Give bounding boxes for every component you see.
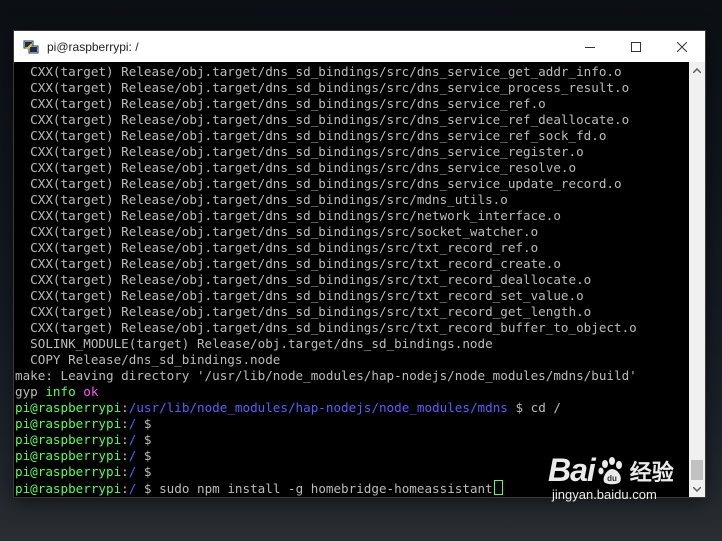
terminal-text-segment: /usr/lib/node_modules/hap-nodejs/node_mo… bbox=[128, 400, 508, 415]
maximize-icon bbox=[631, 41, 641, 52]
terminal-line: CXX(target) Release/obj.target/dns_sd_bi… bbox=[15, 224, 689, 240]
terminal-text-segment: CXX(target) Release/obj.target/dns_sd_bi… bbox=[15, 160, 577, 175]
watermark-brand-left: Bai bbox=[548, 452, 596, 488]
window-controls bbox=[567, 31, 705, 62]
terminal-line: pi@raspberrypi:/usr/lib/node_modules/hap… bbox=[15, 400, 689, 416]
terminal-line: CXX(target) Release/obj.target/dns_sd_bi… bbox=[15, 192, 689, 208]
terminal-line: pi@raspberrypi:/ $ bbox=[15, 432, 689, 448]
vertical-scrollbar[interactable] bbox=[689, 62, 705, 497]
terminal-line: SOLINK_MODULE(target) Release/obj.target… bbox=[15, 336, 689, 352]
terminal-text-segment: CXX(target) Release/obj.target/dns_sd_bi… bbox=[15, 144, 584, 159]
terminal-text-segment: $ bbox=[136, 432, 152, 447]
terminal-line: make: Leaving directory '/usr/lib/node_m… bbox=[15, 368, 689, 384]
paw-icon: du bbox=[598, 456, 622, 484]
terminal-text-segment: CXX(target) Release/obj.target/dns_sd_bi… bbox=[15, 64, 622, 79]
terminal-lines: CXX(target) Release/obj.target/dns_sd_bi… bbox=[14, 62, 689, 496]
terminal-line: CXX(target) Release/obj.target/dns_sd_bi… bbox=[15, 80, 689, 96]
close-button[interactable] bbox=[659, 31, 705, 62]
terminal-text-segment: CXX(target) Release/obj.target/dns_sd_bi… bbox=[15, 288, 584, 303]
terminal-line: CXX(target) Release/obj.target/dns_sd_bi… bbox=[15, 272, 689, 288]
terminal-text-segment: gyp bbox=[15, 384, 46, 399]
terminal-text-segment: pi@raspberrypi bbox=[15, 448, 122, 463]
terminal-text-segment: : bbox=[121, 400, 129, 415]
terminal-line: CXX(target) Release/obj.target/dns_sd_bi… bbox=[15, 256, 689, 272]
terminal-text-segment: CXX(target) Release/obj.target/dns_sd_bi… bbox=[15, 96, 546, 111]
terminal-text-segment: SOLINK_MODULE(target) Release/obj.target… bbox=[15, 336, 493, 351]
terminal-text-segment: $ bbox=[136, 416, 152, 431]
terminal-line: CXX(target) Release/obj.target/dns_sd_bi… bbox=[15, 304, 689, 320]
terminal-line: CXX(target) Release/obj.target/dns_sd_bi… bbox=[15, 320, 689, 336]
svg-text:du: du bbox=[607, 474, 617, 483]
terminal-text-segment: info bbox=[45, 384, 76, 399]
chevron-up-icon bbox=[693, 67, 701, 73]
terminal-text-segment: ok bbox=[83, 384, 99, 399]
terminal-line: CXX(target) Release/obj.target/dns_sd_bi… bbox=[15, 96, 689, 112]
terminal-text-segment: pi@raspberrypi bbox=[15, 416, 122, 431]
terminal-text-segment: pi@raspberrypi bbox=[15, 400, 122, 415]
terminal-text-segment: $ bbox=[136, 464, 152, 479]
terminal-text-segment: $ bbox=[136, 448, 152, 463]
terminal-text-segment: CXX(target) Release/obj.target/dns_sd_bi… bbox=[15, 208, 561, 223]
terminal-text-segment: pi@raspberrypi bbox=[15, 464, 122, 479]
terminal-text-segment: CXX(target) Release/obj.target/dns_sd_bi… bbox=[15, 112, 630, 127]
terminal-line: CXX(target) Release/obj.target/dns_sd_bi… bbox=[15, 176, 689, 192]
terminal-text-segment: COPY Release/dns_sd_bindings.node bbox=[15, 352, 281, 367]
maximize-button[interactable] bbox=[613, 31, 659, 62]
terminal-text-segment: $ cd / bbox=[507, 400, 561, 415]
terminal-text-segment: : bbox=[121, 448, 129, 463]
minimize-icon bbox=[585, 46, 595, 48]
terminal-text-segment: pi@raspberrypi bbox=[15, 481, 122, 496]
terminal-cursor bbox=[493, 480, 503, 495]
terminal-line: CXX(target) Release/obj.target/dns_sd_bi… bbox=[15, 144, 689, 160]
terminal-line: CXX(target) Release/obj.target/dns_sd_bi… bbox=[15, 208, 689, 224]
terminal-line: CXX(target) Release/obj.target/dns_sd_bi… bbox=[15, 112, 689, 128]
terminal-text-segment: CXX(target) Release/obj.target/dns_sd_bi… bbox=[15, 240, 539, 255]
terminal-line: CXX(target) Release/obj.target/dns_sd_bi… bbox=[15, 160, 689, 176]
terminal-text-segment: CXX(target) Release/obj.target/dns_sd_bi… bbox=[15, 256, 561, 271]
terminal-output[interactable]: CXX(target) Release/obj.target/dns_sd_bi… bbox=[14, 62, 689, 497]
title-bar[interactable]: pi@raspberrypi: / bbox=[14, 31, 705, 62]
terminal-text-segment: CXX(target) Release/obj.target/dns_sd_bi… bbox=[15, 176, 622, 191]
terminal-text-segment: $ sudo npm install -g homebridge-homeass… bbox=[136, 481, 493, 496]
minimize-button[interactable] bbox=[567, 31, 613, 62]
terminal-text-segment: : bbox=[121, 432, 129, 447]
baidu-watermark: Bai du 经验 jingyan.baidu.com bbox=[548, 452, 713, 532]
terminal-line: pi@raspberrypi:/ $ bbox=[15, 416, 689, 432]
terminal-text-segment: pi@raspberrypi bbox=[15, 432, 122, 447]
terminal-line: CXX(target) Release/obj.target/dns_sd_bi… bbox=[15, 64, 689, 80]
terminal-line: CXX(target) Release/obj.target/dns_sd_bi… bbox=[15, 128, 689, 144]
terminal-text-segment: CXX(target) Release/obj.target/dns_sd_bi… bbox=[15, 224, 539, 239]
window-title: pi@raspberrypi: / bbox=[47, 39, 139, 54]
terminal-text-segment: CXX(target) Release/obj.target/dns_sd_bi… bbox=[15, 320, 637, 335]
watermark-brand-right: 经验 bbox=[629, 460, 674, 486]
watermark-url: jingyan.baidu.com bbox=[552, 487, 657, 502]
close-icon bbox=[677, 41, 687, 52]
terminal-text-segment: : bbox=[121, 464, 129, 479]
terminal-text-segment: CXX(target) Release/obj.target/dns_sd_bi… bbox=[15, 304, 592, 319]
terminal-line: COPY Release/dns_sd_bindings.node bbox=[15, 352, 689, 368]
terminal-line: CXX(target) Release/obj.target/dns_sd_bi… bbox=[15, 240, 689, 256]
terminal-text-segment: CXX(target) Release/obj.target/dns_sd_bi… bbox=[15, 80, 630, 95]
scroll-up-button[interactable] bbox=[689, 62, 705, 78]
terminal-text-segment: CXX(target) Release/obj.target/dns_sd_bi… bbox=[15, 128, 607, 143]
terminal-line: gyp info ok bbox=[15, 384, 689, 400]
terminal-window: pi@raspberrypi: / CXX(target) Release/ob… bbox=[14, 31, 705, 497]
terminal-text-segment: : bbox=[121, 481, 129, 496]
terminal-line: CXX(target) Release/obj.target/dns_sd_bi… bbox=[15, 288, 689, 304]
terminal-text-segment: CXX(target) Release/obj.target/dns_sd_bi… bbox=[15, 272, 592, 287]
terminal-text-segment: CXX(target) Release/obj.target/dns_sd_bi… bbox=[15, 192, 508, 207]
terminal-text-segment: make: Leaving directory '/usr/lib/node_m… bbox=[15, 368, 637, 383]
putty-icon bbox=[23, 40, 39, 53]
terminal-text-segment: : bbox=[121, 416, 129, 431]
